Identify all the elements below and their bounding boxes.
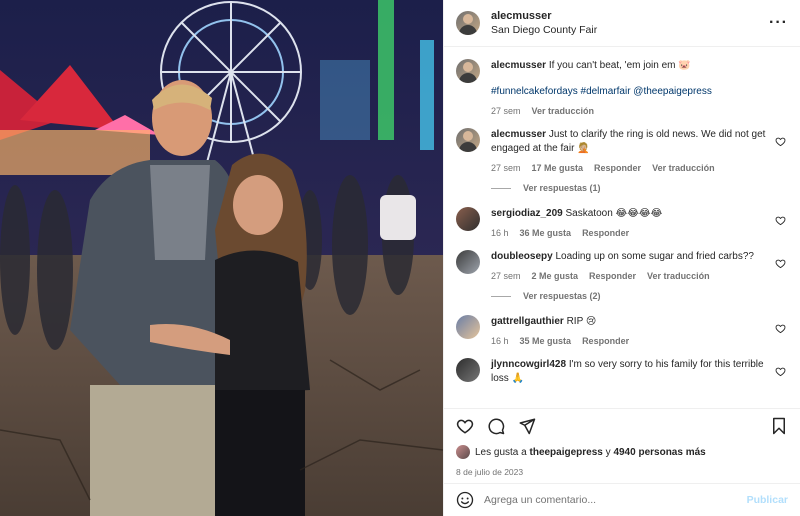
comment-text: sergiodiaz_209 Saskatoon 😂😂😂😂 (491, 207, 766, 221)
publish-button[interactable]: Publicar (747, 494, 788, 506)
comment-text: jlynncowgirl428 I'm so very sorry to his… (491, 358, 766, 386)
heart-icon[interactable] (775, 366, 786, 377)
comment-item: alecmusser Just to clarify the ring is o… (456, 128, 788, 173)
comment-body: Loading up on some sugar and fried carbs… (555, 251, 754, 262)
liker-username[interactable]: theepaigepress (530, 447, 603, 458)
translate-link[interactable]: Ver traducción (652, 163, 715, 173)
comment-avatar[interactable] (456, 250, 480, 274)
replies-divider (491, 187, 511, 189)
replies-divider (491, 295, 511, 297)
comment-likes[interactable]: 2 Me gusta (532, 271, 579, 281)
comment-time[interactable]: 27 sem (491, 271, 521, 281)
comment-time[interactable]: 16 h (491, 336, 509, 346)
more-horizontal-icon: ··· (769, 14, 788, 31)
comment-item: gattrellgauthier RIP 😢 16 h 35 Me gusta … (456, 315, 788, 346)
comment-text: gattrellgauthier RIP 😢 (491, 315, 766, 329)
comment-username[interactable]: doubleosepy (491, 251, 553, 262)
like-heart-icon[interactable] (456, 417, 474, 435)
reply-button[interactable]: Responder (582, 336, 629, 346)
author-info: alecmusser San Diego County Fair (491, 9, 597, 37)
caption-avatar[interactable] (456, 59, 480, 83)
comment-username[interactable]: jlynncowgirl428 (491, 359, 566, 370)
comment-item: jlynncowgirl428 I'm so very sorry to his… (456, 358, 788, 386)
likes-joiner: y (605, 446, 611, 458)
caption-meta: 27 sem Ver traducción (491, 106, 766, 116)
view-replies-button[interactable]: Ver respuestas (1) (491, 183, 788, 193)
post-details-panel: alecmusser San Diego County Fair ··· ale… (443, 0, 800, 516)
comment-item: doubleosepy Loading up on some sugar and… (456, 250, 788, 281)
more-options-button[interactable]: ··· (769, 14, 788, 32)
share-paper-plane-icon[interactable] (518, 417, 536, 435)
comment-likes[interactable]: 35 Me gusta (520, 336, 572, 346)
comment-username[interactable]: gattrellgauthier (491, 316, 564, 327)
caption-time[interactable]: 27 sem (491, 106, 521, 116)
view-replies-label: Ver respuestas (2) (523, 291, 601, 301)
comment-time[interactable]: 27 sem (491, 163, 521, 173)
comment-body: Saskatoon 😂😂😂😂 (565, 208, 663, 219)
likes-summary: Les gusta a theepaigepress y 4940 person… (444, 443, 800, 461)
comment-bubble-icon[interactable] (487, 417, 505, 435)
view-replies-button[interactable]: Ver respuestas (2) (491, 291, 788, 301)
translate-link[interactable]: Ver traducción (647, 271, 710, 281)
heart-icon[interactable] (775, 323, 786, 334)
post-caption: alecmusser If you can't beat, 'em join e… (456, 59, 788, 116)
comment-avatar[interactable] (456, 207, 480, 231)
comment-text: alecmusser Just to clarify the ring is o… (491, 128, 766, 156)
likes-count[interactable]: 4940 personas más (613, 447, 705, 458)
comment-meta: 16 h 35 Me gusta Responder (491, 336, 766, 346)
comment-input[interactable] (484, 494, 747, 506)
emoji-icon[interactable] (456, 491, 474, 509)
comment-likes[interactable]: 36 Me gusta (520, 228, 572, 238)
bookmark-icon[interactable] (770, 417, 788, 435)
comment-meta: 16 h 36 Me gusta Responder (491, 228, 766, 238)
fair-photo-illustration (0, 0, 443, 516)
caption-translate-link[interactable]: Ver traducción (532, 106, 595, 116)
comment-avatar[interactable] (456, 315, 480, 339)
caption-username[interactable]: alecmusser (491, 60, 546, 71)
comment-time[interactable]: 16 h (491, 228, 509, 238)
heart-icon[interactable] (775, 215, 786, 226)
comment-likes[interactable]: 17 Me gusta (532, 163, 584, 173)
comment-avatar[interactable] (456, 128, 480, 152)
comment-meta: 27 sem 2 Me gusta Responder Ver traducci… (491, 271, 766, 281)
comment-item: sergiodiaz_209 Saskatoon 😂😂😂😂 16 h 36 Me… (456, 207, 788, 238)
comment-meta: 27 sem 17 Me gusta Responder Ver traducc… (491, 163, 766, 173)
author-avatar[interactable] (456, 11, 480, 35)
view-replies-label: Ver respuestas (1) (523, 183, 601, 193)
heart-icon[interactable] (775, 258, 786, 269)
caption-text: alecmusser If you can't beat, 'em join e… (491, 59, 766, 73)
post-location[interactable]: San Diego County Fair (491, 23, 597, 37)
post-photo[interactable] (0, 0, 443, 516)
comments-list[interactable]: alecmusser If you can't beat, 'em join e… (444, 47, 800, 408)
post-actions-bar (444, 408, 800, 443)
liker-avatar[interactable] (456, 445, 470, 459)
comment-username[interactable]: alecmusser (491, 129, 546, 140)
reply-button[interactable]: Responder (582, 228, 629, 238)
comment-username[interactable]: sergiodiaz_209 (491, 208, 563, 219)
post-header: alecmusser San Diego County Fair ··· (444, 0, 800, 47)
reply-button[interactable]: Responder (589, 271, 636, 281)
reply-button[interactable]: Responder (594, 163, 641, 173)
post-date[interactable]: 8 de julio de 2023 (444, 461, 800, 483)
comment-body: RIP 😢 (566, 316, 597, 327)
heart-icon[interactable] (775, 136, 786, 147)
author-username[interactable]: alecmusser (491, 9, 597, 23)
instagram-post-modal: alecmusser San Diego County Fair ··· ale… (0, 0, 800, 516)
caption-body: If you can't beat, 'em join em 🐷 (548, 60, 691, 71)
comment-avatar[interactable] (456, 358, 480, 382)
caption-hashtags[interactable]: #funnelcakefordays #delmarfair @theepaig… (491, 85, 766, 99)
comment-composer: Publicar (444, 483, 800, 516)
likes-prefix: Les gusta a (475, 446, 527, 458)
comment-text: doubleosepy Loading up on some sugar and… (491, 250, 766, 264)
